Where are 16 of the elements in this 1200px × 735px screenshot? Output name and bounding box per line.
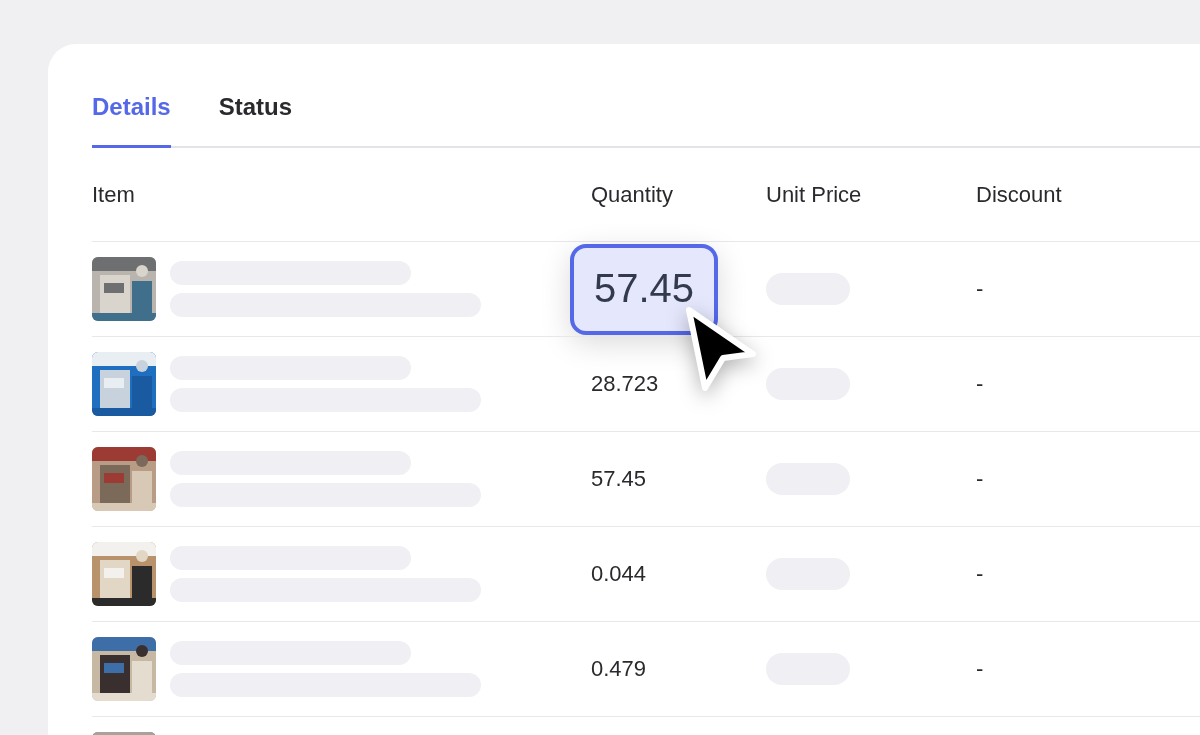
discount-cell: -: [976, 466, 984, 491]
quantity-cell: 0.044: [591, 561, 647, 587]
tab[interactable]: Details: [92, 93, 171, 148]
discount-cell: -: [976, 656, 984, 681]
quantity-cell: 57.45: [570, 243, 719, 335]
discount-cell: -: [976, 371, 984, 396]
discount-cell: -: [976, 276, 984, 301]
quantity-cell: 0.479: [591, 656, 647, 682]
column-header: Unit Price: [766, 181, 862, 208]
column-header: Quantity: [591, 181, 673, 208]
tab[interactable]: Status: [218, 93, 293, 148]
quantity-cell: 28.723: [591, 371, 659, 397]
column-header: Discount: [976, 181, 1062, 208]
quantity-cell: 57.45: [591, 466, 647, 492]
column-header: Item: [92, 181, 135, 208]
discount-cell: -: [976, 561, 984, 586]
